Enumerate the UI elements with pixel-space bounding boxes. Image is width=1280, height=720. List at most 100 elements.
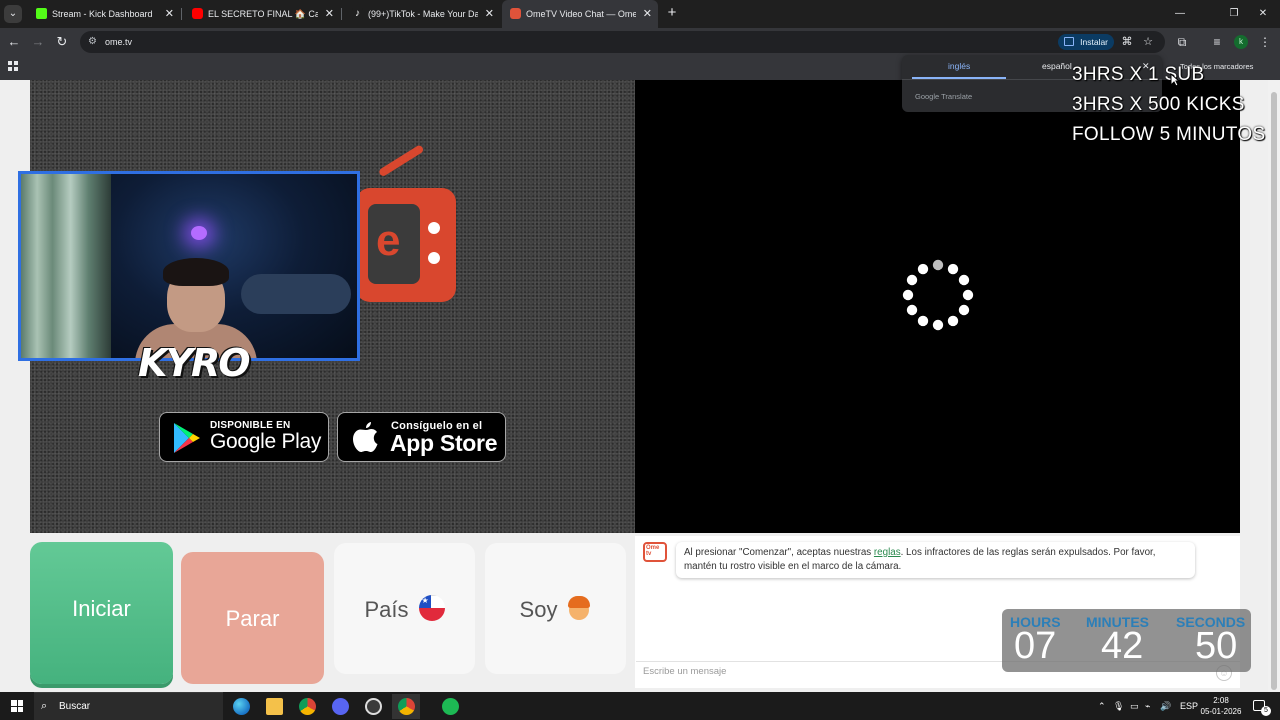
- minutes-value: 42: [1101, 625, 1144, 667]
- spinner-dot: [958, 304, 970, 316]
- stop-button[interactable]: Parar: [181, 552, 324, 684]
- chile-flag-icon: ★: [418, 595, 445, 622]
- bookmark-star-icon[interactable]: ☆: [1140, 34, 1156, 50]
- browser-toolbar: ← → ↻ ⚙ ome.tv Instalar ⌘ ☆ ⧉ ≡ ⋮: [0, 28, 1280, 56]
- tab-tiktok[interactable]: ♪ (99+)TikTok - Make Your Day ✕: [344, 0, 500, 28]
- chrome-icon[interactable]: [299, 698, 316, 715]
- mouse-cursor-icon: [1170, 73, 1180, 87]
- ometv-chat-icon: Ome tv: [643, 542, 667, 562]
- kyro-logo: KYRO: [138, 341, 251, 385]
- search-icon: ⌕: [41, 700, 48, 712]
- tray-overflow-icon[interactable]: ⌃: [1098, 692, 1106, 720]
- kick-icon: [36, 8, 47, 19]
- microphone-icon[interactable]: 🎙: [1113, 692, 1124, 720]
- browser-menu-icon[interactable]: ⋮: [1256, 33, 1274, 51]
- clock-time: 2:08: [1213, 696, 1229, 705]
- notification-count: 5: [1261, 706, 1271, 716]
- apple-icon: [353, 422, 378, 452]
- chrome-icon: [398, 698, 415, 715]
- country-button[interactable]: País ★: [334, 543, 475, 674]
- country-label: País: [364, 597, 409, 622]
- address-bar[interactable]: ⚙ ome.tv Instalar ⌘ ☆: [80, 31, 1165, 53]
- tab-youtube-video[interactable]: EL SECRETO FINAL 🏠 Capítulo ✕: [184, 0, 340, 28]
- back-arrow-icon[interactable]: ←: [5, 33, 23, 51]
- spinner-dot: [902, 289, 914, 301]
- countdown-timer: HOURS MINUTES SECONDS 07 42 50: [1002, 609, 1251, 672]
- taskbar-search-label: Buscar: [59, 701, 91, 712]
- profile-avatar[interactable]: k: [1234, 35, 1248, 49]
- windows-taskbar: ⌕ Buscar ⌃ 🎙 ▭ ⌁ 🔊 ESP 2:08 05-01-2026 5: [0, 692, 1280, 720]
- spinner-dot: [917, 263, 929, 275]
- file-explorer-icon[interactable]: [266, 698, 283, 715]
- close-tab-icon[interactable]: ✕: [165, 0, 174, 28]
- tab-title: EL SECRETO FINAL 🏠 Capítulo: [208, 9, 318, 19]
- scrollbar-thumb[interactable]: [1271, 92, 1277, 690]
- tab-ometv[interactable]: OmeTV Video Chat — Omegle ✕: [502, 0, 658, 28]
- language-indicator[interactable]: ESP: [1180, 692, 1198, 720]
- overlay-line-kicks: 3HRS X 500 KICKS: [1072, 94, 1245, 115]
- spinner-dot: [906, 274, 918, 286]
- google-play-button[interactable]: DISPONIBLE EN Google Play: [159, 412, 329, 462]
- install-app-button[interactable]: Instalar: [1058, 34, 1114, 50]
- discord-icon[interactable]: [332, 698, 349, 715]
- new-tab-button[interactable]: +: [663, 4, 681, 22]
- translate-tab-spanish[interactable]: español: [1042, 61, 1072, 71]
- install-label: Instalar: [1080, 37, 1108, 47]
- forward-arrow-icon[interactable]: →: [29, 33, 47, 51]
- boy-emoji-icon: [567, 595, 591, 621]
- screen: ⌄ Stream - Kick Dashboard ✕ EL SECRETO F…: [0, 0, 1280, 720]
- system-clock[interactable]: 2:08 05-01-2026: [1198, 695, 1244, 717]
- volume-icon[interactable]: 🔊: [1160, 692, 1171, 720]
- start-button[interactable]: Iniciar: [30, 542, 173, 684]
- close-tab-icon[interactable]: ✕: [325, 0, 334, 28]
- network-icon[interactable]: ⌁: [1145, 692, 1150, 720]
- loading-spinner-icon: [902, 259, 974, 331]
- tab-title: (99+)TikTok - Make Your Day: [368, 9, 478, 19]
- streamer-webcam: [18, 171, 360, 361]
- spinner-dot: [932, 319, 944, 331]
- ometv-tv-logo: e: [350, 144, 456, 302]
- minimize-icon[interactable]: —: [1163, 0, 1197, 28]
- spinner-dot: [906, 304, 918, 316]
- tab-divider: [181, 8, 182, 20]
- app-store-button[interactable]: Consíguelo en el App Store: [337, 412, 506, 462]
- taskbar-search[interactable]: ⌕ Buscar: [34, 692, 223, 720]
- install-icon: [1064, 37, 1074, 46]
- window-close-icon[interactable]: ✕: [1246, 0, 1280, 28]
- edge-icon[interactable]: [233, 698, 250, 715]
- apps-grid-icon[interactable]: [8, 61, 20, 73]
- translate-tab-english[interactable]: inglés: [948, 61, 970, 71]
- seconds-value: 50: [1195, 625, 1238, 667]
- spinner-dot: [917, 315, 929, 327]
- ometv-icon: [510, 8, 521, 19]
- page-scrollbar[interactable]: [1268, 80, 1280, 692]
- active-chrome-taskbar-item[interactable]: [392, 694, 420, 719]
- system-message-text: Al presionar "Comenzar", aceptas nuestra…: [684, 547, 874, 558]
- tab-title: Stream - Kick Dashboard: [52, 9, 153, 19]
- spinner-dot: [947, 315, 959, 327]
- translate-icon[interactable]: ⌘: [1119, 34, 1135, 50]
- google-play-icon: [174, 423, 200, 453]
- media-controls-icon[interactable]: ≡: [1208, 33, 1226, 51]
- monitor-icon[interactable]: ▭: [1130, 692, 1139, 720]
- rules-link[interactable]: reglas: [874, 547, 901, 558]
- obs-icon[interactable]: [365, 698, 382, 715]
- close-tab-icon[interactable]: ✕: [485, 0, 494, 28]
- youtube-icon: [192, 8, 203, 19]
- clock-date: 05-01-2026: [1200, 707, 1242, 716]
- site-info-icon[interactable]: ⚙: [88, 35, 102, 49]
- spotify-icon[interactable]: [442, 698, 459, 715]
- google-translate-label: Google Translate: [915, 92, 973, 101]
- tiktok-icon: ♪: [352, 8, 363, 19]
- tab-search-chevron-icon[interactable]: ⌄: [4, 5, 22, 23]
- reload-icon[interactable]: ↻: [53, 33, 71, 51]
- tab-kick-dashboard[interactable]: Stream - Kick Dashboard ✕: [28, 0, 180, 28]
- gender-button[interactable]: Soy: [485, 543, 626, 674]
- spinner-dot: [958, 274, 970, 286]
- system-message: Al presionar "Comenzar", aceptas nuestra…: [676, 542, 1195, 578]
- close-tab-icon[interactable]: ✕: [643, 0, 652, 28]
- tab-title: OmeTV Video Chat — Omegle: [526, 9, 636, 19]
- extensions-puzzle-icon[interactable]: ⧉: [1173, 33, 1191, 51]
- windows-start-icon[interactable]: [11, 700, 23, 712]
- url-text: ome.tv: [105, 37, 133, 47]
